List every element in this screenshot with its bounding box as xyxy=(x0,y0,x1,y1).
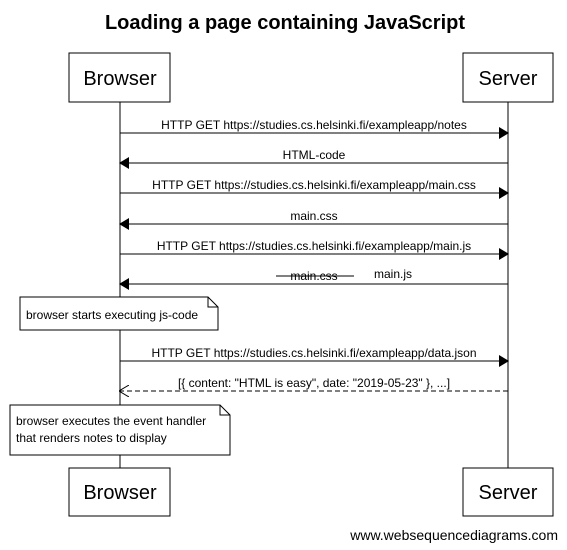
message-label: HTTP GET https://studies.cs.helsinki.fi/… xyxy=(161,118,467,132)
message-html-code: HTML-code xyxy=(119,148,508,169)
message-main-css: main.css xyxy=(119,209,508,230)
note-text-line-2: that renders notes to display xyxy=(16,431,167,445)
server-participant-top: Server xyxy=(462,52,554,103)
server-participant-bottom: Server xyxy=(462,467,554,517)
message-get-main-css: HTTP GET https://studies.cs.helsinki.fi/… xyxy=(120,178,509,199)
browser-participant-top: Browser xyxy=(68,52,171,103)
sequence-diagram: Loading a page containing JavaScript Bro… xyxy=(9,12,558,543)
diagram-title: Loading a page containing JavaScript xyxy=(105,12,465,34)
browser-participant-label: Browser xyxy=(83,68,157,90)
message-get-notes: HTTP GET https://studies.cs.helsinki.fi/… xyxy=(120,118,509,139)
server-participant-label: Server xyxy=(479,68,538,90)
server-participant-label: Server xyxy=(479,482,538,504)
message-get-main-js: HTTP GET https://studies.cs.helsinki.fi/… xyxy=(120,239,509,260)
message-label: HTTP GET https://studies.cs.helsinki.fi/… xyxy=(157,239,471,253)
note-event-handler: browser executes the event handler that … xyxy=(9,404,231,456)
browser-participant-bottom: Browser xyxy=(68,467,171,517)
message-label-correction: main.js xyxy=(374,267,412,281)
message-json-response: [{ content: "HTML is easy", date: "2019-… xyxy=(120,376,508,391)
message-get-data-json: HTTP GET https://studies.cs.helsinki.fi/… xyxy=(120,346,509,367)
footer-watermark: www.websequencediagrams.com xyxy=(349,527,558,543)
message-label: HTTP GET https://studies.cs.helsinki.fi/… xyxy=(152,178,476,192)
browser-participant-label: Browser xyxy=(83,482,157,504)
message-label: main.css xyxy=(290,209,337,223)
note-text-line-1: browser executes the event handler xyxy=(16,414,206,428)
message-label: HTTP GET https://studies.cs.helsinki.fi/… xyxy=(151,346,476,360)
note-js-execution: browser starts executing js-code xyxy=(19,296,219,331)
note-text: browser starts executing js-code xyxy=(26,308,198,322)
message-label: HTML-code xyxy=(283,148,346,162)
message-main-js: main.css main.js xyxy=(119,267,508,290)
message-label: [{ content: "HTML is easy", date: "2019-… xyxy=(178,376,450,390)
